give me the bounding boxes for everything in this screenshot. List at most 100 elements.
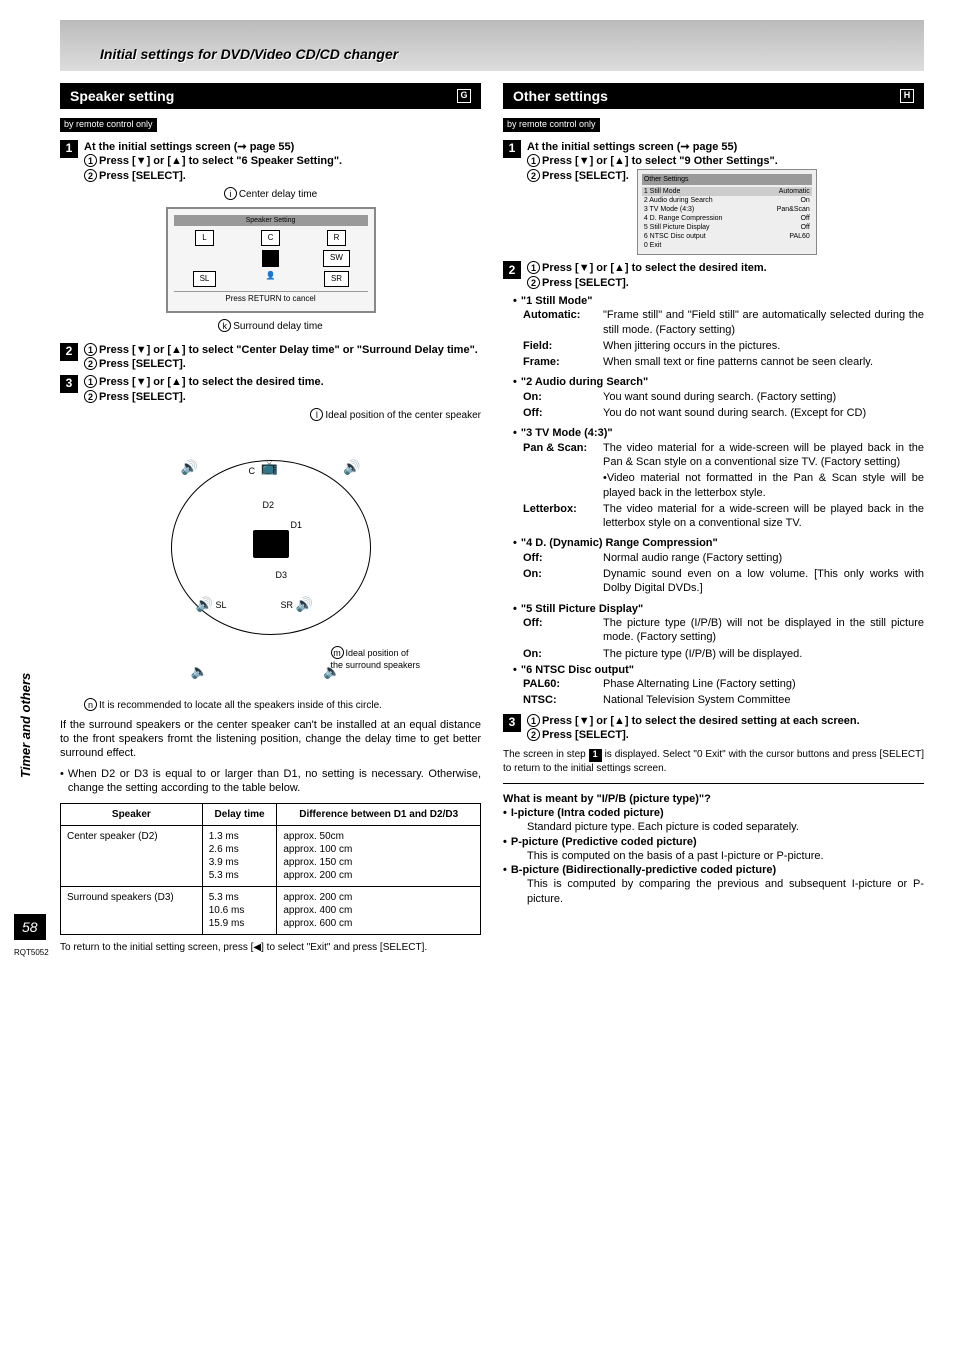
osd-tv-icon [262, 250, 278, 266]
step-2-marker: 2 [60, 343, 78, 361]
substep-icon: 1 [84, 343, 97, 356]
cell-speaker: Center speaker (D2) [61, 826, 203, 887]
cell-speaker: Surround speakers (D3) [61, 887, 203, 935]
th-delay: Delay time [202, 804, 277, 826]
step2-line-b: Press [SELECT]. [99, 358, 186, 370]
r-step1-intro: At the initial settings screen (➞ page 5… [527, 140, 924, 154]
th-diff: Difference between D1 and D2/D3 [277, 804, 481, 826]
diag-d3: D3 [276, 570, 288, 582]
step1-line-a: Press [▼] or [▲] to select "6 Speaker Se… [99, 155, 342, 167]
substep-icon: 1 [527, 154, 540, 167]
para-d2d3: When D2 or D3 is equal to or larger than… [60, 767, 481, 796]
osd-return: Press RETURN to cancel [174, 291, 368, 304]
opt-k: NTSC: [523, 693, 603, 707]
return-note-right: The screen in step 1 is displayed. Selec… [503, 748, 924, 774]
osd-l: L [195, 230, 213, 246]
center-delay-marker-icon: i [224, 187, 237, 200]
opt-v: The video material for a wide-screen wil… [603, 502, 924, 531]
step-3-marker: 3 [503, 714, 521, 732]
surround-delay-marker-icon: k [218, 319, 231, 332]
item2-head: "2 Audio during Search" [521, 375, 648, 389]
opt-k: Automatic: [523, 308, 603, 337]
opt-k: Frame: [523, 355, 603, 369]
opt-v: The picture type (I/P/B) will be display… [603, 647, 924, 661]
section-badge-g: G [457, 89, 471, 103]
substep-icon: 2 [84, 390, 97, 403]
r-step3-a: Press [▼] or [▲] to select the desired s… [542, 715, 860, 727]
cell-delays: 5.3 ms10.6 ms15.9 ms [202, 887, 277, 935]
opt-k: Pan & Scan: [523, 441, 603, 470]
ideal-surround-anno: mIdeal position of the surround speakers [331, 646, 421, 671]
ipb-b-desc: This is computed by comparing the previo… [527, 877, 924, 906]
ipb-p-desc: This is computed on the basis of a past … [527, 849, 924, 863]
remote-only-tag: by remote control only [60, 118, 157, 132]
surround-delay-label: Surround delay time [233, 321, 323, 332]
r-step2-a: Press [▼] or [▲] to select the desired i… [542, 262, 767, 274]
room-diagram: 🔊 C 📺 🔊 D2 D1 D3 🔊 SL 🔊 SR 🔈 🔈 mIdeal po… [141, 430, 401, 690]
ideal-center-marker-icon: l [310, 408, 323, 421]
opt-k [523, 471, 603, 500]
substep-icon: 2 [527, 276, 540, 289]
diag-c: C [249, 466, 256, 478]
opt-k: On: [523, 567, 603, 596]
opt-v: When small text or fine patterns cannot … [603, 355, 924, 369]
step-1-marker: 1 [503, 140, 521, 158]
sl-speaker-icon: 🔊 [196, 595, 213, 613]
substep-1-icon: 1 [84, 154, 97, 167]
cell-diffs: approx. 50cmapprox. 100 cmapprox. 150 cm… [277, 826, 481, 887]
recommend-text: It is recommended to locate all the spea… [99, 700, 382, 711]
r-step2-b: Press [SELECT]. [542, 277, 629, 289]
r-step3-b: Press [SELECT]. [542, 729, 629, 741]
opt-v: You do not want sound during search. (Ex… [603, 406, 924, 420]
return-note-left: To return to the initial setting screen,… [60, 941, 481, 954]
section-badge-h: H [900, 89, 914, 103]
opt-v: You want sound during search. (Factory s… [603, 390, 924, 404]
sr-speaker-icon: 🔊 [296, 595, 313, 613]
ideal-center-label: Ideal position of the center speaker [325, 410, 481, 421]
para-install: If the surround speakers or the center s… [60, 718, 481, 761]
item5-head: "5 Still Picture Display" [521, 602, 643, 616]
opt-v: Dynamic sound even on a low volume. [Thi… [603, 567, 924, 596]
ipb-p-head: P-picture (Predictive coded picture) [503, 835, 924, 849]
step2-line-a: Press [▼] or [▲] to select "Center Delay… [99, 344, 478, 356]
other-settings-header: Other settings H [503, 83, 924, 109]
page-banner: Initial settings for DVD/Video CD/CD cha… [60, 20, 924, 71]
substep-icon: 1 [84, 375, 97, 388]
ipb-i-desc: Standard picture type. Each picture is c… [527, 820, 924, 834]
speaker-setting-header: Speaker setting G [60, 83, 481, 109]
delay-table: Speaker Delay time Difference between D1… [60, 803, 481, 935]
center-delay-label: Center delay time [239, 189, 317, 200]
ipb-i-head: I-picture (Intra coded picture) [503, 806, 924, 820]
cell-diffs: approx. 200 cmapprox. 400 cmapprox. 600 … [277, 887, 481, 935]
osd-sr: SR [324, 271, 349, 287]
opt-k: Letterbox: [523, 502, 603, 531]
ipb-question: What is meant by "I/P/B (picture type)"? [503, 792, 924, 806]
opt-k: Off: [523, 616, 603, 645]
osd-title: Speaker Setting [174, 215, 368, 226]
cell-delays: 1.3 ms2.6 ms3.9 ms5.3 ms [202, 826, 277, 887]
table-row: Surround speakers (D3) 5.3 ms10.6 ms15.9… [61, 887, 481, 935]
opt-v: Phase Alternating Line (Factory setting) [603, 677, 924, 691]
sl-ideal-icon: 🔈 [191, 662, 208, 680]
table-row: Center speaker (D2) 1.3 ms2.6 ms3.9 ms5.… [61, 826, 481, 887]
opt-v: "Frame still" and "Field still" are auto… [603, 308, 924, 337]
step3-line-b: Press [SELECT]. [99, 391, 186, 403]
page-number: 58 [14, 914, 46, 940]
opt-k: Field: [523, 339, 603, 353]
step-1-marker: 1 [60, 140, 78, 158]
opt-v: •Video material not formatted in the Pan… [603, 471, 924, 500]
diag-d1: D1 [291, 520, 303, 532]
item6-head: "6 NTSC Disc output" [521, 663, 634, 677]
opt-k: Off: [523, 551, 603, 565]
opt-v: Normal audio range (Factory setting) [603, 551, 924, 565]
doc-code: RQT5052 [14, 948, 49, 958]
r-step1-b: Press [SELECT]. [542, 170, 629, 182]
right-speaker-icon: 🔊 [343, 458, 360, 476]
step1-line-b: Press [SELECT]. [99, 170, 186, 182]
remote-only-tag: by remote control only [503, 118, 600, 132]
osd-sl: SL [193, 271, 217, 287]
step3-line-a: Press [▼] or [▲] to select the desired t… [99, 376, 324, 388]
step1-intro: At the initial settings screen (➞ page 5… [84, 140, 481, 154]
item1-head: "1 Still Mode" [521, 294, 593, 308]
opt-k: PAL60: [523, 677, 603, 691]
